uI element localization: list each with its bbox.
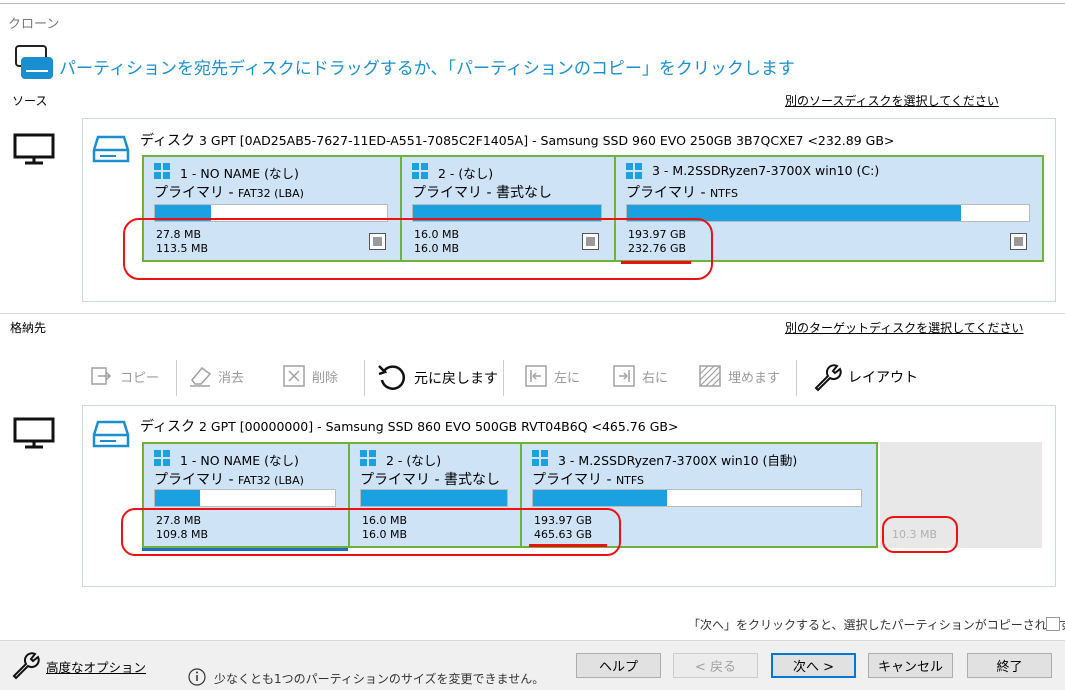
annotation-oval (882, 516, 958, 553)
toolbar-separator (796, 360, 797, 396)
partition-name: 1 - NO NAME (なし) (180, 453, 299, 468)
copy-hint-text: 「次へ」をクリックすると、選択したパーティションがコピーされます (688, 618, 1065, 632)
wrench-icon (12, 652, 40, 680)
advanced-options-link[interactable]: 高度なオプション (46, 657, 146, 676)
partition-type: プライマリ - 書式なし (412, 185, 552, 201)
toolbar-separator (503, 360, 504, 396)
info-icon (188, 668, 206, 686)
partition-usage-bar (154, 489, 336, 507)
top-menu-strip (0, 0, 1065, 4)
annotation-oval (123, 218, 713, 280)
wrench-icon (814, 364, 842, 392)
select-target-disk-link[interactable]: 別のターゲットディスクを選択してください (785, 319, 1023, 336)
partition-type: プライマリ - NTFS (532, 472, 645, 488)
undo-icon (378, 365, 405, 390)
move-right-icon (613, 365, 635, 387)
partition-name: 1 - NO NAME (なし) (180, 166, 299, 181)
source-label: ソース (12, 94, 48, 108)
layout-label: レイアウト (848, 370, 918, 386)
target-computer-icon (13, 417, 55, 449)
windows-logo-icon (532, 450, 548, 466)
eraser-icon (190, 366, 212, 387)
clone-disk-icon (15, 45, 53, 79)
move-left-label: 左に (554, 370, 581, 386)
undo-label: 元に戻します (414, 371, 498, 387)
finish-button[interactable]: 終了 (967, 653, 1052, 678)
back-button[interactable]: < 戻る (673, 653, 758, 678)
move-right-button[interactable]: 右に (612, 364, 668, 388)
erase-label: 消去 (218, 370, 245, 386)
copy-hint-checkbox[interactable] (1046, 617, 1060, 631)
windows-logo-icon (412, 163, 428, 179)
layout-button[interactable]: レイアウト (812, 362, 918, 392)
move-right-label: 右に (642, 370, 669, 386)
partition-type: プライマリ - NTFS (626, 185, 739, 201)
move-left-button[interactable]: 左に (524, 364, 580, 388)
usage-fill (533, 490, 668, 506)
annotation-underline (529, 544, 607, 547)
partition-name: 3 - M.2SSDRyzen7-3700X win10 (C:) (652, 163, 880, 178)
target-label: 格納先 (10, 321, 47, 335)
usage-fill (361, 490, 507, 506)
annotation-oval (121, 508, 621, 556)
next-button[interactable]: 次へ > (771, 653, 856, 678)
help-button[interactable]: ヘルプ (576, 653, 661, 678)
windows-logo-icon (360, 450, 376, 466)
select-source-disk-link[interactable]: 別のソースディスクを選択してください (785, 92, 999, 109)
annotation-underline (621, 261, 691, 264)
partition-name: 2 - (なし) (386, 453, 442, 468)
delete-button[interactable]: 削除 (282, 364, 338, 388)
toolbar-separator (176, 360, 177, 396)
source-computer-icon (13, 133, 55, 165)
toolbar-separator (364, 360, 365, 396)
fill-label: 埋めます (728, 370, 781, 386)
partition-type: プライマリ - FAT32 (LBA) (154, 472, 304, 488)
fill-icon (699, 365, 721, 387)
copy-label: コピー (120, 370, 160, 386)
partition-type: プライマリ - 書式なし (360, 472, 500, 488)
partition-select-checkbox[interactable] (1010, 233, 1027, 250)
partition-name: 2 - (なし) (438, 166, 494, 181)
partition-name: 3 - M.2SSDRyzen7-3700X win10 (自動) (558, 453, 798, 468)
erase-button[interactable]: 消去 (188, 364, 244, 388)
copy-partition-button[interactable]: コピー (90, 364, 159, 388)
delete-icon (283, 365, 305, 387)
target-disk-title: ディスク 2 GPT [00000000] - Samsung SSD 860 … (140, 419, 679, 435)
source-disk-title: ディスク 3 GPT [0AD25AB5-7627-11ED-A551-7085… (140, 133, 895, 149)
page-headline: パーティションを宛先ディスクにドラッグするか、「パーティションのコピー」をクリッ… (59, 59, 795, 79)
target-disk-icon (92, 420, 130, 448)
undo-button[interactable]: 元に戻します (376, 362, 498, 394)
delete-label: 削除 (312, 370, 339, 386)
windows-logo-icon (154, 450, 170, 466)
fill-button[interactable]: 埋めます (698, 364, 780, 388)
source-disk-icon (92, 135, 130, 163)
windows-logo-icon (626, 163, 642, 179)
partition-usage-bar (532, 489, 862, 507)
cancel-button[interactable]: キャンセル (868, 653, 953, 678)
usage-fill (155, 490, 200, 506)
resize-warning: 少なくとも1つのパーティションのサイズを変更できません。 (214, 672, 545, 686)
copy-partition-icon (91, 367, 112, 385)
window-title: クローン (8, 17, 60, 32)
partition-type: プライマリ - FAT32 (LBA) (154, 185, 304, 201)
partition-usage-bar (360, 489, 508, 507)
section-divider (0, 313, 1065, 314)
windows-logo-icon (154, 163, 170, 179)
move-left-icon (525, 365, 547, 387)
